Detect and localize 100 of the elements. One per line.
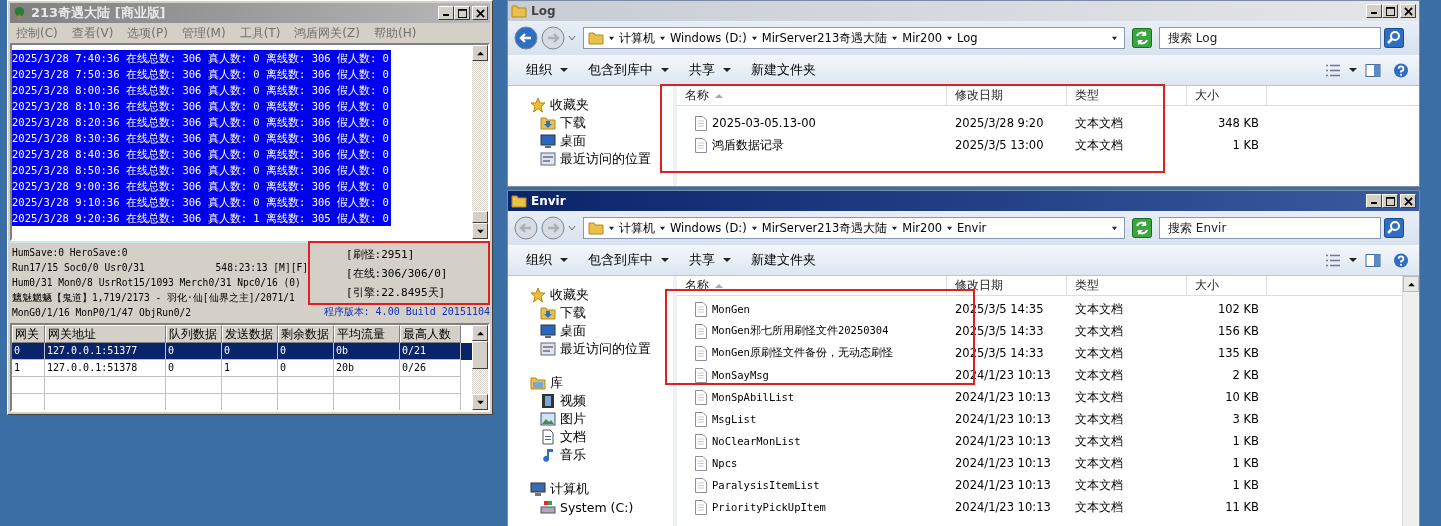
breadcrumb-item[interactable]: Windows (D:) (670, 221, 747, 235)
preview-pane-icon[interactable] (1365, 62, 1381, 78)
column-header[interactable]: 类型 (1067, 86, 1187, 106)
back-button[interactable] (514, 216, 538, 240)
view-icon[interactable] (1325, 62, 1341, 78)
caret-icon[interactable] (750, 225, 758, 231)
toolbar-button[interactable]: 新建文件夹 (743, 251, 824, 269)
maximize-button[interactable] (1382, 4, 1398, 18)
nav-item[interactable]: 文档 (508, 428, 673, 446)
file-name[interactable]: PriorityPickUpItem (712, 501, 826, 513)
scroll-thumb[interactable] (472, 341, 488, 369)
search-field[interactable]: 搜索 Log (1159, 27, 1381, 49)
search-icon[interactable] (1384, 28, 1404, 48)
close-button[interactable] (472, 6, 488, 20)
breadcrumb-item[interactable]: Mir200 (902, 31, 942, 45)
breadcrumb-item[interactable]: MirServer213奇遇大陆 (761, 220, 888, 236)
table-row[interactable]: 1 127.0.0.1:51378 0 1 0 20b 0/26 (12, 360, 472, 377)
help-icon[interactable] (1393, 62, 1409, 78)
file-name[interactable]: NoClearMonList (712, 435, 801, 447)
table-row[interactable]: 0 127.0.0.1:51377 0 0 0 0b 0/21 (12, 343, 472, 360)
file-name[interactable]: 鸿盾数据记录 (712, 137, 784, 153)
nav-item[interactable]: 桌面 (508, 132, 673, 150)
toolbar-button[interactable]: 包含到库中 (580, 61, 677, 79)
breadcrumb-item[interactable]: 计算机 (619, 30, 655, 46)
file-name[interactable]: MsgList (712, 413, 757, 425)
nav-item[interactable]: 下载 (508, 114, 673, 132)
scrollbar[interactable] (1402, 276, 1419, 526)
breadcrumb-item[interactable]: Log (957, 31, 978, 45)
nav-item[interactable]: 下载 (508, 304, 673, 322)
close-button[interactable] (1400, 194, 1416, 208)
breadcrumb-item[interactable]: Mir200 (902, 221, 942, 235)
nav-item[interactable]: 图片 (508, 410, 673, 428)
forward-button[interactable] (541, 216, 565, 240)
up-arrow-icon[interactable] (476, 50, 484, 56)
column-header[interactable]: 大小 (1187, 86, 1267, 106)
nav-item[interactable]: 视频 (508, 392, 673, 410)
column-header[interactable]: 类型 (1067, 276, 1187, 296)
file-name[interactable]: MonGen原刷怪文件备份，无动态刷怪 (712, 346, 893, 360)
search-field[interactable]: 搜索 Envir (1159, 217, 1381, 239)
maximize-button[interactable] (1382, 194, 1398, 208)
column-header[interactable]: 名称 (677, 86, 947, 106)
address-bar[interactable]: 计算机 Windows (D:) MirServer213奇遇大陆 Mir200 Log (583, 27, 1125, 49)
refresh-button[interactable] (1132, 218, 1152, 238)
close-button[interactable] (1400, 4, 1416, 18)
dropdown-icon[interactable] (1111, 35, 1118, 41)
file-name[interactable]: ParalysisItemList (712, 479, 820, 491)
view-icon[interactable] (1325, 252, 1341, 268)
toolbar-button[interactable]: 共享 (681, 61, 739, 79)
nav-item[interactable]: 收藏夹 (508, 96, 673, 114)
caret-icon[interactable] (946, 35, 953, 41)
caret-icon[interactable] (1349, 257, 1357, 263)
toolbar-button[interactable]: 包含到库中 (580, 251, 677, 269)
nav-item[interactable]: 桌面 (508, 322, 673, 340)
column-header[interactable]: 平均流量 (334, 325, 400, 343)
down-arrow-icon[interactable] (476, 399, 484, 405)
column-header[interactable]: 发送数据 (222, 325, 278, 343)
toolbar-button[interactable]: 新建文件夹 (743, 61, 824, 79)
file-name[interactable]: MonGen邪七所用刷怪文件20250304 (712, 324, 889, 338)
column-header[interactable]: 最高人数 (400, 325, 461, 343)
help-icon[interactable] (1393, 252, 1409, 268)
column-header[interactable]: 大小 (1187, 276, 1267, 296)
minimize-button[interactable] (1366, 194, 1382, 208)
file-name[interactable]: MonSpAbilList (712, 391, 795, 403)
file-name[interactable]: MonGen (712, 303, 750, 315)
caret-icon[interactable] (659, 35, 666, 41)
up-arrow-icon[interactable] (476, 330, 484, 336)
scrollbar[interactable] (472, 325, 488, 410)
caret-icon[interactable] (659, 225, 666, 231)
breadcrumb-item[interactable]: MirServer213奇遇大陆 (761, 30, 888, 46)
scroll-thumb[interactable] (472, 211, 488, 223)
up-arrow-icon[interactable] (1407, 281, 1415, 287)
column-header[interactable]: 网关 (12, 325, 45, 343)
column-header[interactable]: 修改日期 (947, 86, 1067, 106)
minimize-button[interactable] (438, 6, 454, 20)
minimize-button[interactable] (1366, 4, 1382, 18)
file-name[interactable]: MonSayMsg (712, 369, 769, 381)
refresh-button[interactable] (1132, 28, 1152, 48)
breadcrumb-item[interactable]: Envir (957, 221, 987, 235)
dropdown-icon[interactable] (1111, 225, 1118, 231)
nav-item[interactable]: 最近访问的位置 (508, 340, 673, 358)
breadcrumb-item[interactable]: Windows (D:) (670, 31, 747, 45)
address-bar[interactable]: 计算机 Windows (D:) MirServer213奇遇大陆 Mir200 Envir (583, 217, 1125, 239)
preview-pane-icon[interactable] (1365, 252, 1381, 268)
column-header[interactable]: 队列数据 (166, 325, 222, 343)
scrollbar[interactable] (472, 45, 488, 239)
caret-icon[interactable] (750, 35, 758, 41)
caret-icon[interactable] (608, 35, 615, 41)
nav-item[interactable]: 最近访问的位置 (508, 150, 673, 168)
nav-item[interactable]: 计算机 (508, 480, 673, 498)
caret-icon[interactable] (946, 225, 953, 231)
toolbar-button[interactable]: 组织 (518, 251, 576, 269)
toolbar-button[interactable]: 组织 (518, 61, 576, 79)
search-icon[interactable] (1384, 218, 1404, 238)
down-arrow-icon[interactable] (476, 228, 484, 234)
toolbar-button[interactable]: 共享 (681, 251, 739, 269)
file-name[interactable]: Npcs (712, 457, 738, 469)
column-header[interactable]: 剩余数据 (278, 325, 334, 343)
nav-item[interactable]: 收藏夹 (508, 286, 673, 304)
caret-icon[interactable] (608, 225, 615, 231)
forward-button[interactable] (541, 26, 565, 50)
